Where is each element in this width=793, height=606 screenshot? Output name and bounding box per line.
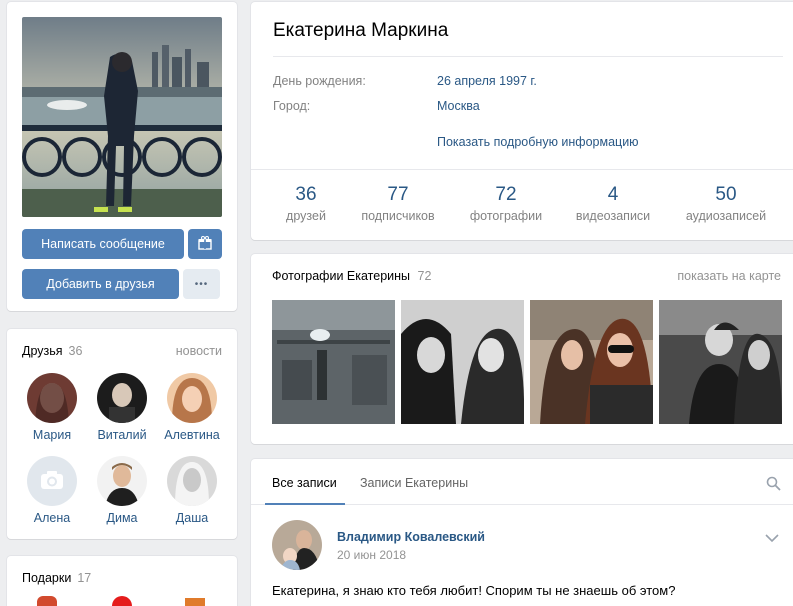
city-value[interactable]: Москва xyxy=(437,99,480,113)
counter-label: подписчиков xyxy=(361,209,435,223)
show-on-map-link[interactable]: показать на карте xyxy=(677,269,781,283)
city-label: Город: xyxy=(273,99,311,113)
gift-item[interactable] xyxy=(112,596,132,606)
active-tab-indicator xyxy=(265,503,345,505)
post-text: Екатерина, я знаю кто тебя любит! Спорим… xyxy=(272,583,676,598)
wall-block: Все записи Записи Екатерины Владимир Ков… xyxy=(251,459,793,606)
gifts-block: Подарки 17 xyxy=(7,556,237,606)
gift-icon xyxy=(198,235,212,253)
counter-value: 72 xyxy=(495,184,517,205)
divider xyxy=(251,169,793,170)
add-friend-button[interactable]: Добавить в друзья xyxy=(22,269,179,299)
photos-block: Фотографии Екатерины 72 показать на карт… xyxy=(251,254,793,444)
counter-audio[interactable]: 50 аудиозаписей xyxy=(671,184,781,223)
avatar xyxy=(167,456,217,506)
friends-news-link[interactable]: новости xyxy=(176,344,222,358)
friend-name: Дима xyxy=(106,511,138,525)
avatar xyxy=(97,456,147,506)
birthday-label: День рождения: xyxy=(273,74,366,88)
counter-videos[interactable]: 4 видеозаписи xyxy=(558,184,668,223)
friend-name: Мария xyxy=(32,428,72,442)
divider xyxy=(273,56,783,57)
friend-item-dasha[interactable]: Даша xyxy=(161,456,223,525)
counter-label: фотографии xyxy=(469,209,543,223)
photo-thumb[interactable] xyxy=(659,300,782,424)
profile-photo[interactable] xyxy=(22,17,222,217)
page-title: Екатерина Маркина xyxy=(273,20,449,41)
gifts-title[interactable]: Подарки xyxy=(22,571,71,585)
counter-followers[interactable]: 77 подписчиков xyxy=(343,184,453,223)
friend-item-alevtina[interactable]: Алевтина xyxy=(161,373,223,442)
wall-tabs: Все записи Записи Екатерины xyxy=(251,459,793,505)
avatar xyxy=(97,373,147,423)
avatar xyxy=(27,373,77,423)
friend-name: Виталий xyxy=(97,428,147,442)
counter-value: 50 xyxy=(715,184,737,205)
friend-item-maria[interactable]: Мария xyxy=(21,373,83,442)
photos-title[interactable]: Фотографии Екатерины xyxy=(272,269,410,283)
photos-count: 72 xyxy=(417,269,432,283)
friend-item-vitaliy[interactable]: Виталий xyxy=(91,373,153,442)
counter-value: 77 xyxy=(387,184,409,205)
chevron-down-icon[interactable] xyxy=(765,531,779,546)
more-actions-button[interactable]: ••• xyxy=(183,269,220,299)
photo-thumb[interactable] xyxy=(530,300,653,424)
search-icon[interactable] xyxy=(766,476,781,494)
send-message-button[interactable]: Написать сообщение xyxy=(22,229,184,259)
friend-name: Даша xyxy=(175,511,209,525)
counter-label: видеозаписи xyxy=(575,209,651,223)
photo-thumb[interactable] xyxy=(272,300,395,424)
post-date[interactable]: 20 июн 2018 xyxy=(337,548,406,562)
birthday-value[interactable]: 26 апреля 1997 г. xyxy=(437,74,537,88)
friend-item-dima[interactable]: Дима xyxy=(91,456,153,525)
show-more-info-link[interactable]: Показать подробную информацию xyxy=(437,135,639,149)
gifts-count: 17 xyxy=(77,571,92,585)
profile-avatar-card: Написать сообщение Добавить в друзья ••• xyxy=(7,2,237,311)
tab-owner-posts[interactable]: Записи Екатерины xyxy=(360,476,468,490)
avatar xyxy=(167,373,217,423)
friend-item-alena[interactable]: Алена xyxy=(21,456,83,525)
camera-icon xyxy=(27,471,77,506)
tab-all-posts[interactable]: Все записи xyxy=(272,476,337,490)
post-author-link[interactable]: Владимир Ковалевский xyxy=(337,530,485,544)
gift-item[interactable] xyxy=(185,598,205,606)
counter-label: аудиозаписей xyxy=(685,209,767,223)
friend-name: Алевтина xyxy=(164,428,220,442)
friend-name: Алена xyxy=(33,511,71,525)
friends-title[interactable]: Друзья xyxy=(22,344,63,358)
friends-block: Друзья 36 новости Мария Виталий Алевтина … xyxy=(7,329,237,539)
photo-thumb[interactable] xyxy=(401,300,524,424)
send-gift-button[interactable] xyxy=(188,229,222,259)
avatar[interactable] xyxy=(272,520,322,570)
friends-count: 36 xyxy=(68,344,83,358)
gift-item[interactable] xyxy=(37,596,57,606)
counter-value: 4 xyxy=(607,184,619,205)
avatar xyxy=(27,456,77,506)
profile-info-card: Екатерина Маркина День рождения: 26 апре… xyxy=(251,2,793,240)
counter-photos[interactable]: 72 фотографии xyxy=(451,184,561,223)
